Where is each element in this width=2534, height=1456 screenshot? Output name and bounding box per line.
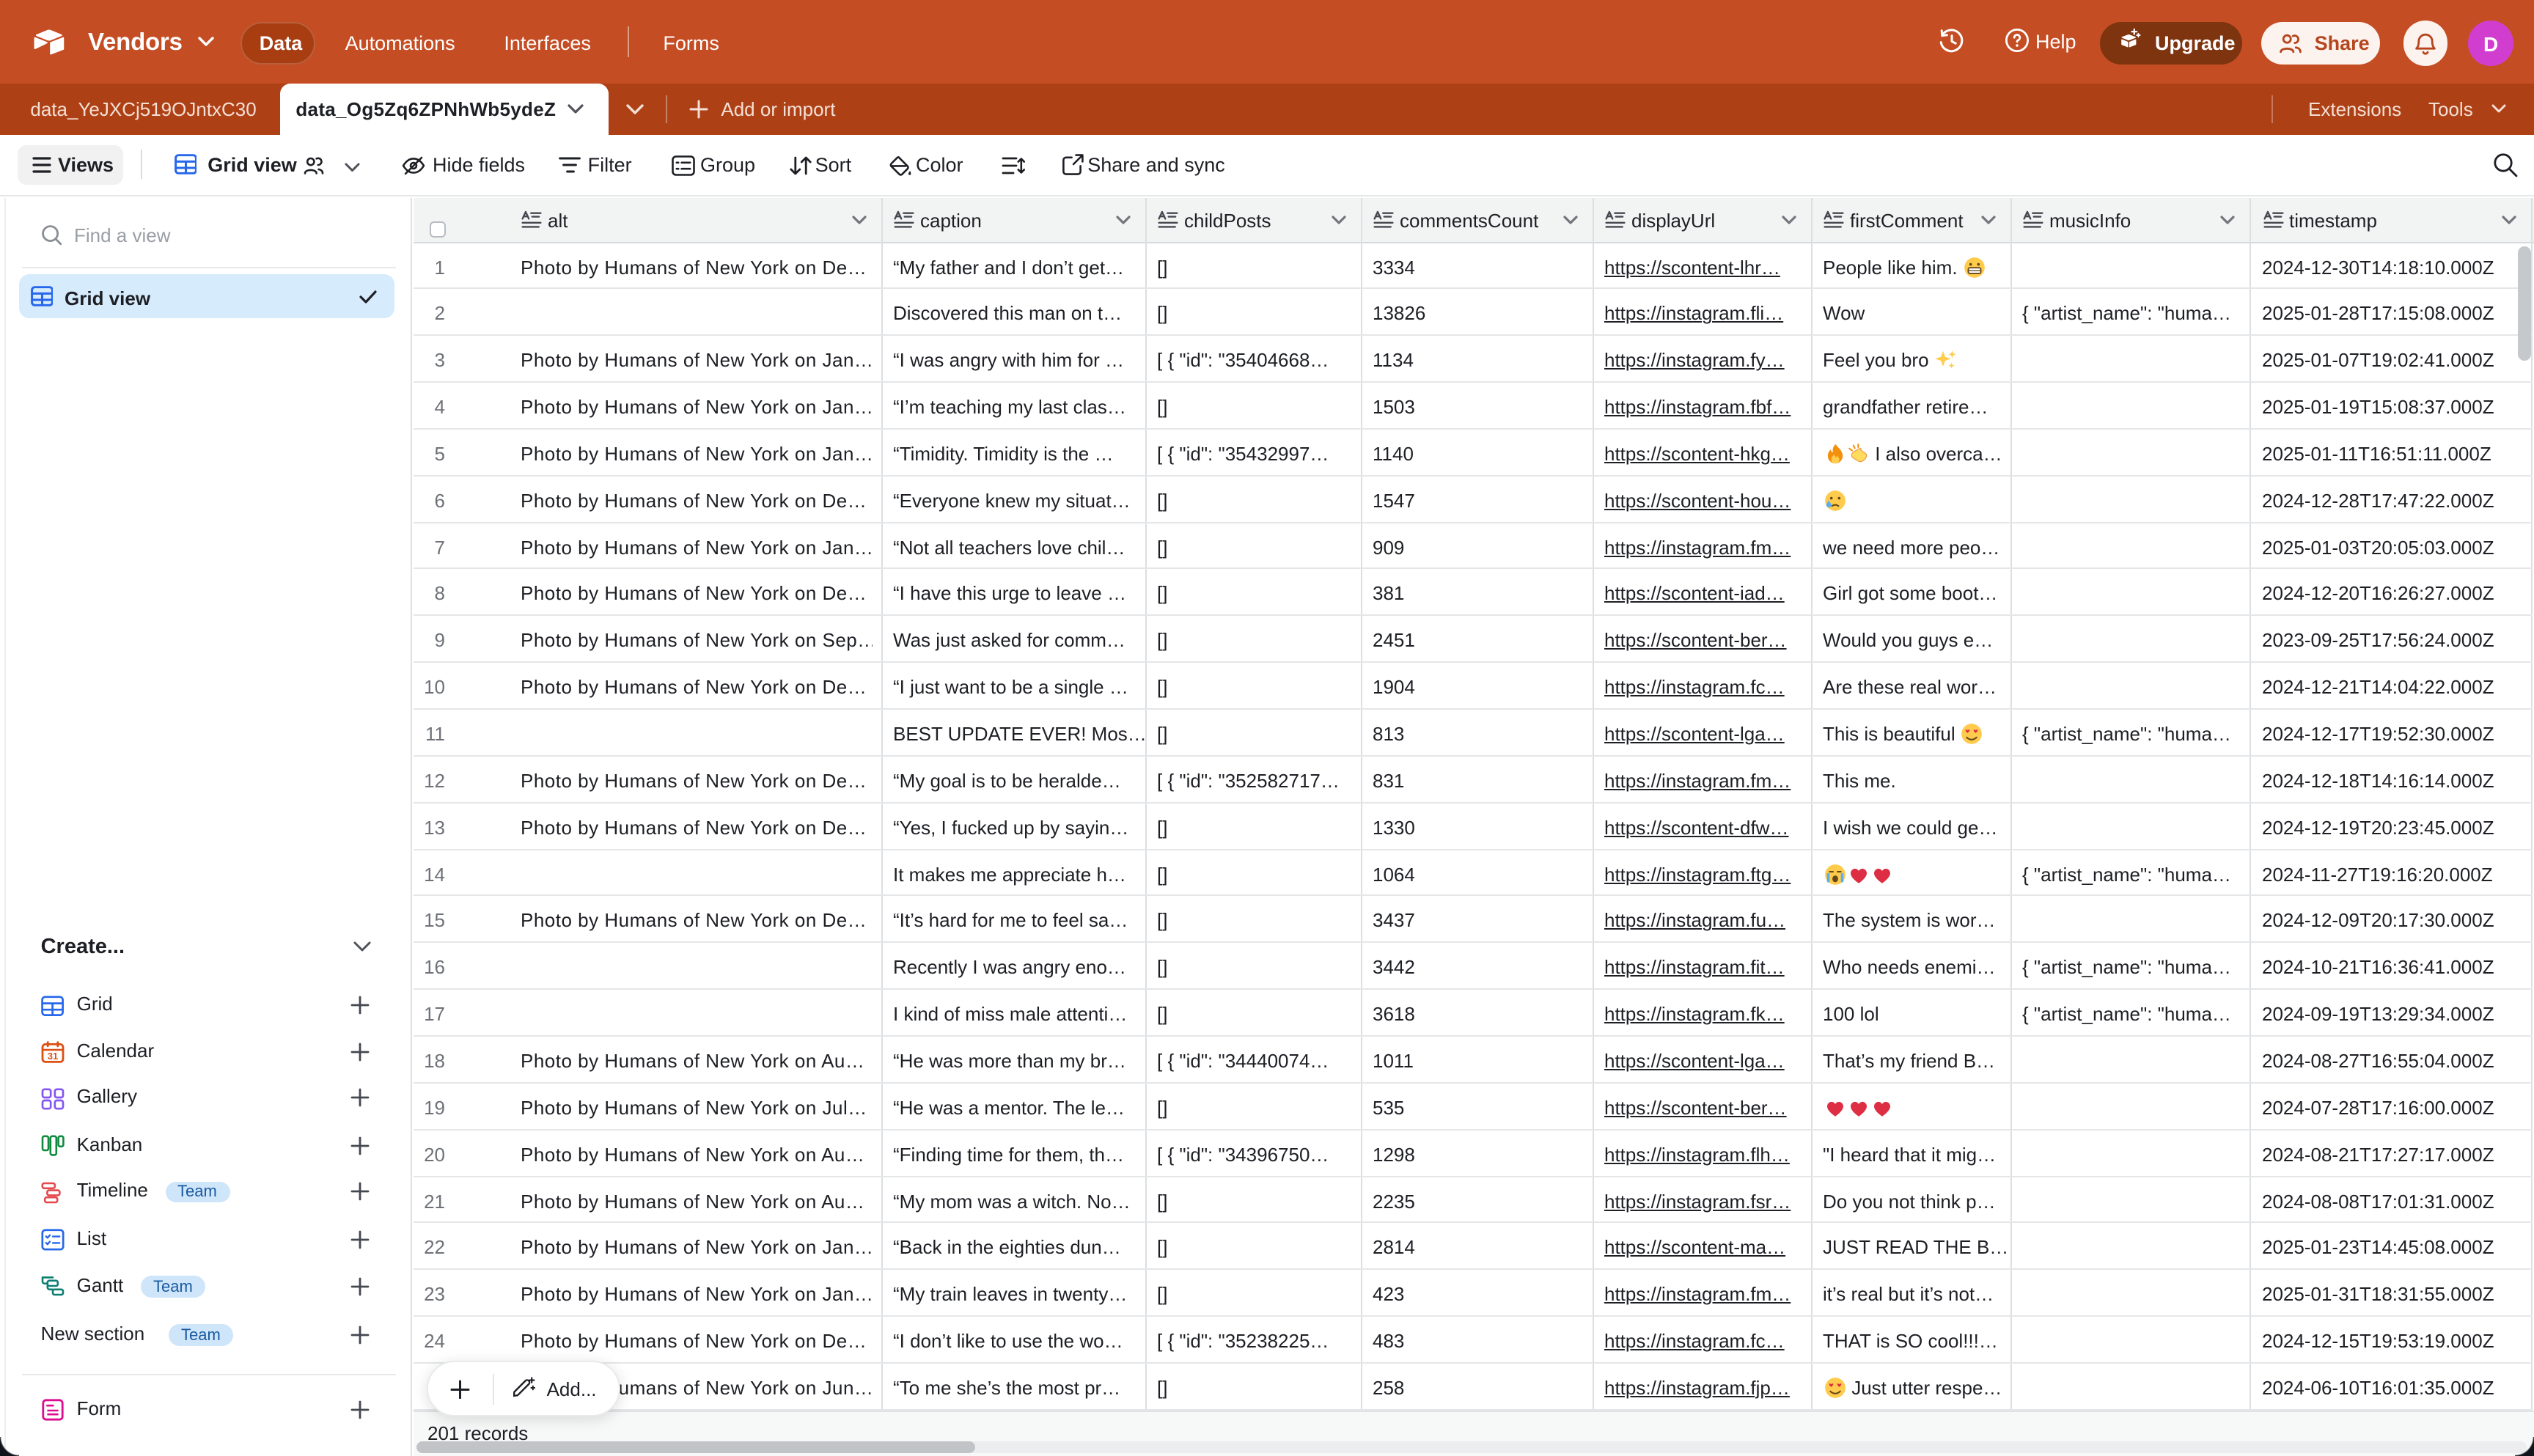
svg-text:31: 31	[47, 1051, 57, 1062]
